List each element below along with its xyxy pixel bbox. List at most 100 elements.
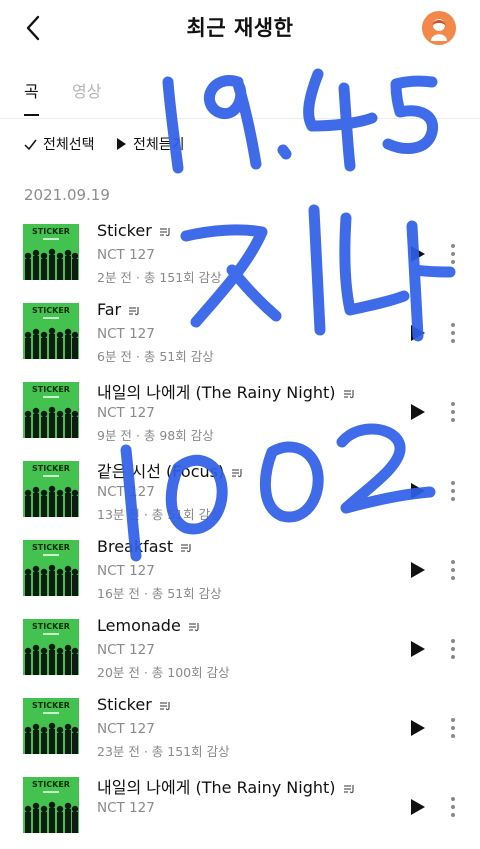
song-title[interactable]: 내일의 나에게 (The Rainy Night) (97, 774, 355, 798)
song-title[interactable]: Sticker (97, 695, 171, 714)
group-silhouette-image (24, 722, 79, 754)
play-all-button[interactable]: 전체듣기 (116, 134, 185, 154)
lyrics-icon[interactable] (343, 389, 355, 399)
song-row[interactable]: STICKER Lemonade NCT 127 20분 전 · 총 100회 … (0, 612, 480, 691)
play-history-text: 2분 전 · 총 151회 감상 (97, 270, 222, 285)
play-history-text: 9분 전 · 총 98회 감상 (97, 428, 214, 443)
play-history-text: 16분 전 · 총 51회 감상 (97, 586, 222, 601)
play-icon (411, 246, 425, 262)
album-art-subtitle (43, 317, 59, 319)
play-icon (411, 641, 425, 657)
artist-name: NCT 127 (97, 721, 155, 737)
more-options-button[interactable] (446, 320, 460, 346)
song-row[interactable]: STICKER 같은 시선 (Focus) NCT 127 13분 전 · 총 … (0, 454, 480, 533)
group-silhouette-image (24, 801, 79, 833)
song-title[interactable]: Lemonade (97, 616, 200, 635)
song-row[interactable]: STICKER 내일의 나에게 (The Rainy Night) NCT 12… (0, 375, 480, 454)
album-art-label: STICKER (32, 622, 70, 631)
play-icon (411, 404, 425, 420)
album-art[interactable]: STICKER (23, 619, 79, 675)
play-icon (411, 562, 425, 578)
more-options-button[interactable] (446, 557, 460, 583)
song-title-text: Sticker (97, 695, 152, 714)
active-tab-indicator (24, 114, 39, 116)
lyrics-icon[interactable] (343, 784, 355, 794)
tab-songs[interactable]: 곡 (24, 78, 39, 102)
lyrics-icon[interactable] (159, 701, 171, 711)
play-button[interactable] (406, 243, 428, 265)
album-art[interactable]: STICKER (23, 461, 79, 517)
more-vertical-icon (451, 402, 455, 422)
more-options-button[interactable] (446, 399, 460, 425)
play-button[interactable] (406, 480, 428, 502)
lyrics-icon[interactable] (180, 543, 192, 553)
select-all-button[interactable]: 전체선택 (24, 134, 95, 154)
album-art-subtitle (43, 554, 59, 556)
album-art-label: STICKER (32, 464, 70, 473)
lyrics-icon[interactable] (159, 227, 171, 237)
song-title-text: 같은 시선 (Focus) (97, 462, 225, 481)
song-title-text: Lemonade (97, 616, 181, 635)
play-history-text: 23분 전 · 총 151회 감상 (97, 744, 230, 759)
page-title: 최근 재생한 (186, 16, 294, 40)
play-button[interactable] (406, 401, 428, 423)
more-options-button[interactable] (446, 241, 460, 267)
song-row[interactable]: STICKER Sticker NCT 127 23분 전 · 총 151회 감… (0, 691, 480, 770)
artist-name: NCT 127 (97, 405, 155, 421)
album-art[interactable]: STICKER (23, 540, 79, 596)
avatar[interactable] (422, 11, 456, 45)
group-silhouette-image (24, 564, 79, 596)
song-title[interactable]: Far (97, 300, 140, 319)
album-art-label: STICKER (32, 227, 70, 236)
album-art-label: STICKER (32, 306, 70, 315)
more-vertical-icon (451, 323, 455, 343)
play-button[interactable] (406, 322, 428, 344)
handwriting-stroke (277, 144, 292, 160)
song-title-text: 내일의 나에게 (The Rainy Night) (97, 383, 336, 402)
more-vertical-icon (451, 244, 455, 264)
more-vertical-icon (451, 639, 455, 659)
tab-videos[interactable]: 영상 (72, 78, 101, 102)
album-art-label: STICKER (32, 543, 70, 552)
group-silhouette-image (24, 406, 79, 438)
group-silhouette-image (24, 248, 79, 280)
play-button[interactable] (406, 559, 428, 581)
more-options-button[interactable] (446, 636, 460, 662)
artist-name: NCT 127 (97, 642, 155, 658)
album-art-subtitle (43, 791, 59, 793)
song-title-text: 내일의 나에게 (The Rainy Night) (97, 778, 336, 797)
play-icon (411, 799, 425, 815)
more-options-button[interactable] (446, 715, 460, 741)
play-icon (411, 325, 425, 341)
more-vertical-icon (451, 560, 455, 580)
song-row[interactable]: STICKER 내일의 나에게 (The Rainy Night) NCT 12… (0, 770, 480, 849)
header-bar: 최근 재생한 (0, 0, 480, 56)
artist-name: NCT 127 (97, 326, 155, 342)
group-silhouette-image (24, 485, 79, 517)
album-art-subtitle (43, 396, 59, 398)
play-button[interactable] (406, 717, 428, 739)
more-options-button[interactable] (446, 478, 460, 504)
song-title[interactable]: Breakfast (97, 537, 192, 556)
play-icon (411, 483, 425, 499)
song-row[interactable]: STICKER Sticker NCT 127 2분 전 · 총 151회 감상 (0, 217, 480, 296)
song-row[interactable]: STICKER Far NCT 127 6분 전 · 총 51회 감상 (0, 296, 480, 375)
lyrics-icon[interactable] (231, 468, 243, 478)
album-art[interactable]: STICKER (23, 698, 79, 754)
album-art[interactable]: STICKER (23, 303, 79, 359)
song-row[interactable]: STICKER Breakfast NCT 127 16분 전 · 총 51회 … (0, 533, 480, 612)
lyrics-icon[interactable] (188, 622, 200, 632)
album-art[interactable]: STICKER (23, 382, 79, 438)
album-art[interactable]: STICKER (23, 777, 79, 833)
play-button[interactable] (406, 796, 428, 818)
lyrics-icon[interactable] (128, 306, 140, 316)
group-silhouette-image (24, 643, 79, 675)
album-art-subtitle (43, 712, 59, 714)
album-art[interactable]: STICKER (23, 224, 79, 280)
play-button[interactable] (406, 638, 428, 660)
more-options-button[interactable] (446, 794, 460, 820)
song-title[interactable]: 같은 시선 (Focus) (97, 458, 243, 482)
song-title[interactable]: Sticker (97, 221, 171, 240)
play-history-text: 20분 전 · 총 100회 감상 (97, 665, 230, 680)
song-title[interactable]: 내일의 나에게 (The Rainy Night) (97, 379, 355, 403)
